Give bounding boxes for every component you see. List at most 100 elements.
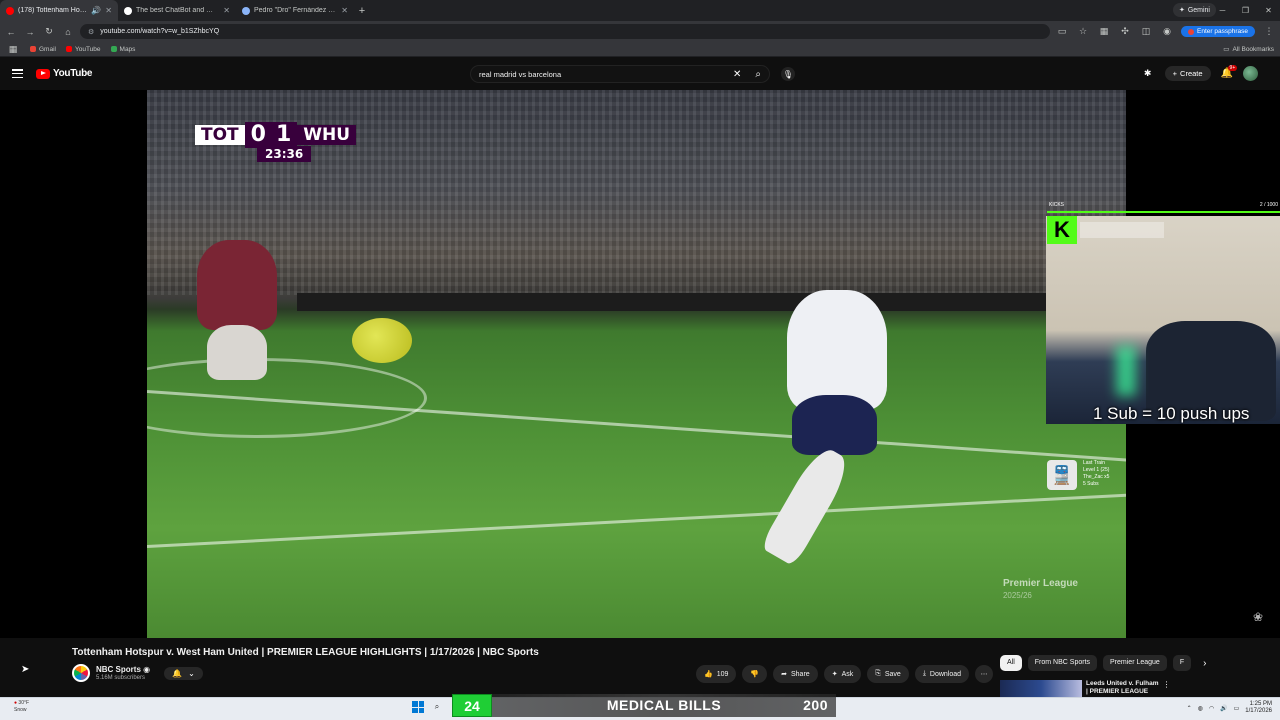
- recommended-title[interactable]: Leeds United v. Fulham: [1086, 680, 1158, 688]
- chevron-right-icon[interactable]: ›: [1203, 658, 1206, 669]
- pl-watermark-title: Premier League: [1002, 578, 1078, 589]
- speaker-icon: 🔊: [91, 6, 102, 15]
- channel-row: NBC Sports ◉ 5.16M subscribers 🔔 ⌄: [72, 664, 203, 682]
- train-line: The_Zac x5: [1083, 474, 1110, 480]
- tab-youtube-video[interactable]: (178) Tottenham Hotspur v. 🔊 ✕: [0, 0, 118, 21]
- apps-icon[interactable]: ▦: [6, 42, 20, 56]
- mouse-cursor-icon: ➤: [21, 664, 30, 675]
- subscribed-button[interactable]: 🔔 ⌄: [164, 666, 203, 680]
- chip-partial[interactable]: F: [1172, 655, 1192, 671]
- away-team: WHU: [297, 125, 357, 145]
- avatar[interactable]: [1243, 66, 1258, 81]
- weather-condition: Snow: [14, 707, 27, 713]
- share-button[interactable]: ➦ Share: [773, 665, 818, 683]
- hamburger-menu-icon[interactable]: [12, 69, 23, 78]
- weather-temp: 30°F: [18, 700, 30, 706]
- video-player[interactable]: TOT 0 1 WHU 23:36 Premier League 2025/26…: [0, 90, 1280, 638]
- wifi-icon[interactable]: ◠: [1209, 705, 1214, 712]
- profile-icon[interactable]: ◉: [1160, 25, 1174, 39]
- windows-start-icon[interactable]: [412, 701, 424, 713]
- star-icon[interactable]: ☆: [1076, 25, 1090, 39]
- cast-icon[interactable]: ▭: [1055, 25, 1069, 39]
- tab-title: Pedro "Dro" Fernández - Google: [254, 7, 337, 14]
- pl-watermark-season: 2025/26: [1002, 591, 1032, 600]
- channel-avatar[interactable]: [72, 664, 90, 682]
- save-button[interactable]: ⎘ Save: [867, 665, 909, 683]
- microphone-icon[interactable]: 🎙: [781, 67, 795, 81]
- search-icon[interactable]: ⌕: [431, 701, 443, 713]
- reload-icon[interactable]: ↻: [42, 25, 56, 39]
- stadium-crowd: [147, 90, 1126, 295]
- clock[interactable]: 1:25 PM 1/17/2026: [1245, 701, 1272, 715]
- more-vert-icon[interactable]: ⋮: [1162, 680, 1170, 697]
- bookmark-youtube[interactable]: YouTube: [65, 45, 101, 53]
- gmail-icon: [30, 46, 36, 52]
- scorebug: TOT 0 1 WHU: [195, 122, 357, 148]
- bookmark-label: Gmail: [39, 45, 56, 53]
- video-frame[interactable]: TOT 0 1 WHU 23:36 Premier League 2025/26: [147, 90, 1126, 638]
- bookmark-gmail[interactable]: Gmail: [30, 46, 56, 53]
- like-button[interactable]: 👍 109: [696, 665, 737, 683]
- kicks-count: 2 / 1000: [1259, 202, 1278, 208]
- close-tab-icon[interactable]: ✕: [105, 6, 112, 15]
- ai-sparkle-icon[interactable]: ✱: [1141, 67, 1155, 81]
- window-controls: ─ ❐ ✕: [1211, 0, 1280, 21]
- url-text: youtube.com/watch?v=w_b1SZhbcYQ: [100, 28, 220, 35]
- network-icon[interactable]: ◍: [1198, 705, 1203, 712]
- search-input[interactable]: real madrid vs barcelona: [479, 70, 733, 79]
- battery-icon[interactable]: ▭: [1234, 705, 1240, 712]
- create-button[interactable]: + Create: [1164, 66, 1211, 81]
- recommendation-chips: All From NBC Sports Premier League F ›: [1000, 655, 1206, 671]
- volume-icon[interactable]: 🔊: [1220, 705, 1227, 712]
- home-icon[interactable]: ⌂: [61, 25, 75, 39]
- recommended-title-line2[interactable]: | PREMIER LEAGUE: [1086, 688, 1158, 696]
- maximize-icon[interactable]: ❐: [1234, 0, 1257, 21]
- minimize-icon[interactable]: ─: [1211, 0, 1234, 21]
- new-tab-button[interactable]: +: [354, 3, 370, 19]
- chip-all[interactable]: All: [1000, 655, 1022, 671]
- menu-dots-icon[interactable]: ⋮: [1262, 25, 1276, 39]
- all-bookmarks[interactable]: ▭ All Bookmarks: [1223, 45, 1274, 54]
- search-box[interactable]: real madrid vs barcelona ✕ ⌕: [470, 65, 770, 83]
- extension-icon[interactable]: ▦: [1097, 25, 1111, 39]
- download-button[interactable]: ⤓ Download: [914, 665, 970, 683]
- score: 0 1: [244, 122, 298, 148]
- youtube-logo[interactable]: YouTube: [36, 68, 93, 79]
- thumbs-up-icon: 👍: [704, 671, 713, 678]
- more-actions-button[interactable]: ⋯: [975, 665, 994, 683]
- chip-from-nbc-sports[interactable]: From NBC Sports: [1027, 655, 1098, 671]
- gemini-button[interactable]: ✦ Gemini: [1172, 3, 1216, 17]
- plus-icon: +: [1172, 69, 1178, 78]
- channel-name[interactable]: NBC Sports ◉: [96, 665, 150, 675]
- dislike-button[interactable]: 👎: [742, 665, 768, 683]
- passphrase-button[interactable]: Enter passphrase: [1181, 26, 1255, 37]
- back-icon[interactable]: ←: [4, 25, 18, 39]
- notifications-bell-icon[interactable]: 🔔 9+: [1221, 65, 1238, 79]
- site-info-icon[interactable]: ⚙: [88, 28, 94, 36]
- youtube-logo-text: YouTube: [53, 68, 93, 79]
- bookmark-maps[interactable]: Maps: [110, 46, 135, 53]
- recommended-video[interactable]: Leeds United v. Fulham | PREMIER LEAGUE …: [1000, 680, 1280, 697]
- close-tab-icon[interactable]: ✕: [223, 6, 230, 15]
- forward-icon[interactable]: →: [23, 25, 37, 39]
- tottenham-player-legs: [759, 443, 855, 567]
- tab-google[interactable]: Pedro "Dro" Fernández - Google ✕: [236, 0, 354, 21]
- close-tab-icon[interactable]: ✕: [341, 6, 348, 15]
- sidepanel-icon[interactable]: ◫: [1139, 25, 1153, 39]
- close-window-icon[interactable]: ✕: [1257, 0, 1280, 21]
- search-icon[interactable]: ⌕: [755, 69, 761, 80]
- url-field[interactable]: ⚙ youtube.com/watch?v=w_b1SZhbcYQ: [80, 24, 1051, 39]
- chevron-up-icon[interactable]: ⌃: [1187, 705, 1192, 712]
- bookmark-label: YouTube: [74, 45, 101, 53]
- like-count: 109: [716, 670, 729, 678]
- puzzle-icon[interactable]: ✣: [1118, 25, 1132, 39]
- home-score: 0: [250, 122, 266, 147]
- recommended-thumbnail[interactable]: [1000, 680, 1082, 697]
- tab-title: The best ChatBot and Widgets: [136, 7, 219, 14]
- clear-search-icon[interactable]: ✕: [733, 69, 741, 80]
- weather-widget[interactable]: ● 30°F Snow: [14, 700, 29, 714]
- tab-chatbot[interactable]: The best ChatBot and Widgets ✕: [118, 0, 236, 21]
- chip-premier-league[interactable]: Premier League: [1103, 655, 1167, 671]
- date: 1/17/2026: [1245, 708, 1272, 714]
- ask-button[interactable]: ✦ Ask: [823, 665, 862, 683]
